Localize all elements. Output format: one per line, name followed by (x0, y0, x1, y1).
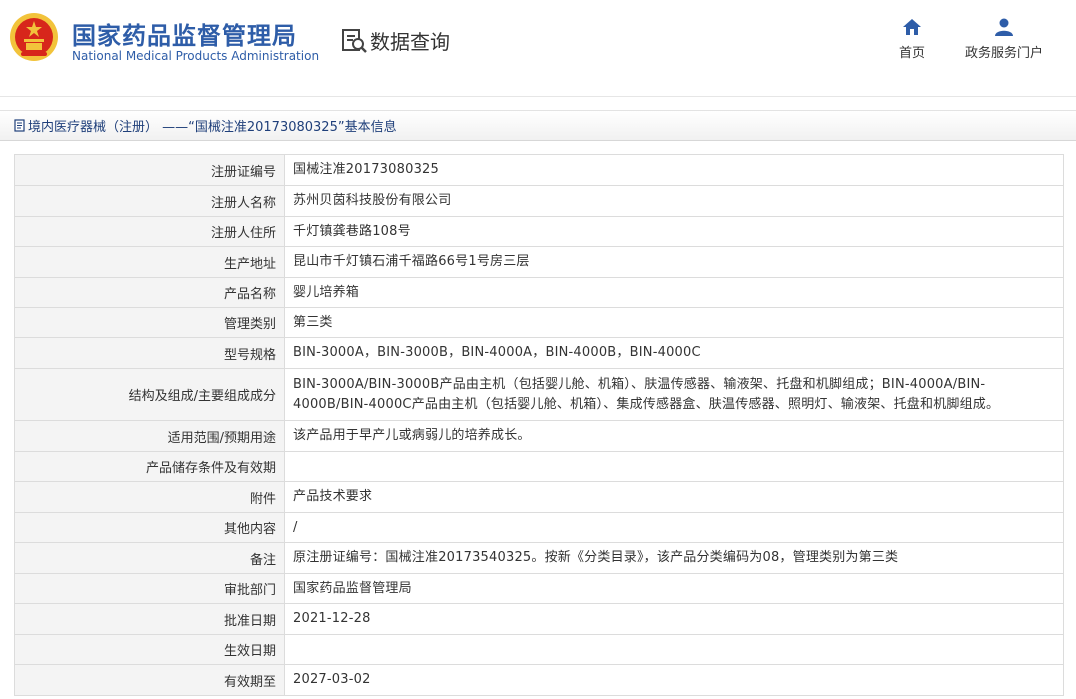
field-value: / (284, 512, 1064, 543)
field-label: 其他内容 (14, 512, 285, 543)
nav-home-label: 首页 (898, 46, 925, 61)
field-value: 昆山市千灯镇石浦千福路66号1号房三层 (284, 246, 1064, 278)
field-value: 产品技术要求 (284, 481, 1064, 513)
table-row: 生产地址 昆山市千灯镇石浦千福路66号1号房三层 (14, 246, 1064, 278)
table-row: 备注 原注册证编号：国械注准20173540325。按新《分类目录》，该产品分类编… (14, 542, 1064, 574)
field-value: 苏州贝茵科技股份有限公司 (284, 185, 1064, 217)
table-row: 附件 产品技术要求 (14, 481, 1064, 513)
field-value: 婴儿培养箱 (284, 277, 1064, 308)
table-row: 审批部门 国家药品监督管理局 (14, 573, 1064, 604)
data-query-link[interactable]: 数据查询 (340, 26, 450, 55)
table-row: 产品储存条件及有效期 (14, 451, 1064, 482)
nav-portal-label: 政务服务门户 (964, 46, 1043, 61)
field-label: 产品储存条件及有效期 (14, 451, 285, 482)
device-info-table: 注册证编号 国械注准20173080325 注册人名称 苏州贝茵科技股份有限公司 注册人… (14, 154, 1064, 696)
table-row: 适用范围/预期用途 该产品用于早产儿或病弱儿的培养成长。 (14, 420, 1064, 452)
field-label: 备注 (14, 542, 285, 574)
user-icon (995, 18, 1013, 36)
field-value: 该产品用于早产儿或病弱儿的培养成长。 (284, 420, 1064, 452)
site-header: 国家药品监督管理局 National Medical Products Admi… (0, 0, 1076, 97)
field-value: 原注册证编号：国械注准20173540325。按新《分类目录》，该产品分类编码为… (284, 542, 1064, 574)
national-emblem-icon (10, 13, 58, 61)
breadcrumb-text: 境内医疗器械（注册） ——“国械注准20173080325”基本信息 (28, 120, 397, 135)
field-label: 生效日期 (14, 634, 285, 665)
field-value: 国家药品监督管理局 (284, 573, 1064, 604)
field-label: 审批部门 (14, 573, 285, 604)
home-icon (903, 19, 921, 35)
site-name-en: National Medical Products Administration (72, 49, 320, 63)
nav-gov-service-portal[interactable]: 政务服务门户 (956, 18, 1052, 61)
field-value: BIN-3000A/BIN-3000B产品由主机（包括婴儿舱、机箱）、肤温传感器… (284, 368, 1064, 421)
nav-home[interactable]: 首页 (896, 18, 928, 61)
table-row: 产品名称 婴儿培养箱 (14, 277, 1064, 308)
field-value: 国械注准20173080325 (284, 154, 1064, 186)
field-value (284, 451, 1064, 482)
table-row: 注册证编号 国械注准20173080325 (14, 154, 1064, 186)
table-row: 其他内容 / (14, 512, 1064, 543)
field-value: 2027-03-02 (284, 664, 1064, 696)
field-label: 结构及组成/主要组成成分 (14, 368, 285, 421)
table-row: 型号规格 BIN-3000A，BIN-3000B，BIN-4000A，BIN-40… (14, 337, 1064, 369)
field-label: 注册人名称 (14, 185, 285, 217)
field-label: 注册人住所 (14, 216, 285, 247)
field-label: 产品名称 (14, 277, 285, 308)
field-value (284, 634, 1064, 665)
field-value: 第三类 (284, 307, 1064, 338)
table-row: 批准日期 2021-12-28 (14, 603, 1064, 635)
field-label: 适用范围/预期用途 (14, 420, 285, 452)
document-icon (14, 119, 25, 132)
data-query-label: 数据查询 (370, 30, 450, 54)
table-row: 注册人名称 苏州贝茵科技股份有限公司 (14, 185, 1064, 217)
site-name-cn: 国家药品监督管理局 (72, 22, 297, 50)
field-label: 型号规格 (14, 337, 285, 369)
field-label: 注册证编号 (14, 154, 285, 186)
field-label: 附件 (14, 481, 285, 513)
data-query-icon (342, 28, 367, 53)
field-label: 有效期至 (14, 664, 285, 696)
field-value: 2021-12-28 (284, 603, 1064, 635)
field-value: BIN-3000A，BIN-3000B，BIN-4000A，BIN-4000B，… (284, 337, 1064, 369)
field-label: 批准日期 (14, 603, 285, 635)
field-label: 管理类别 (14, 307, 285, 338)
table-row: 结构及组成/主要组成成分 BIN-3000A/BIN-3000B产品由主机（包括婴… (14, 368, 1064, 421)
table-row: 管理类别 第三类 (14, 307, 1064, 338)
field-label: 生产地址 (14, 246, 285, 278)
table-row: 生效日期 (14, 634, 1064, 665)
table-row: 有效期至 2027-03-02 (14, 664, 1064, 696)
breadcrumb: 境内医疗器械（注册） ——“国械注准20173080325”基本信息 (0, 110, 1076, 141)
field-value: 千灯镇龚巷路108号 (284, 216, 1064, 247)
table-row: 注册人住所 千灯镇龚巷路108号 (14, 216, 1064, 247)
